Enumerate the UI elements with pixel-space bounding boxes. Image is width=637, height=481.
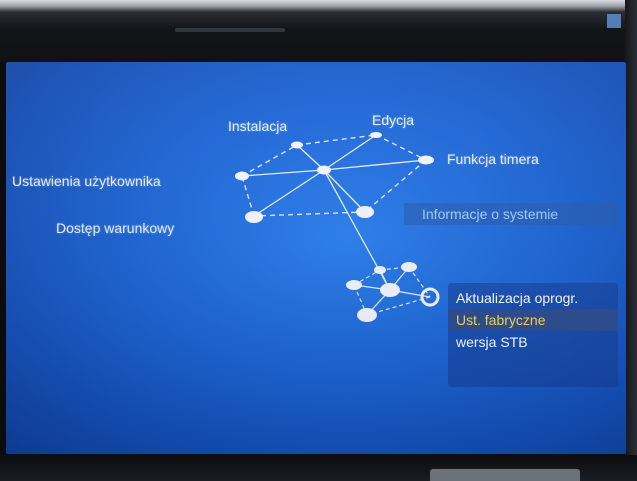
- menu-item-ustawienia-uzytkownika[interactable]: Ustawienia użytkownika: [12, 173, 161, 189]
- menu-item-dostep-warunkowy[interactable]: Dostęp warunkowy: [56, 220, 174, 236]
- tv-bezel-top: [0, 0, 637, 62]
- tv-bezel-bottom: [0, 455, 637, 481]
- node-dostep: [245, 211, 263, 223]
- tv-screen: Instalacja Edycja Funkcja timera Ustawie…: [6, 62, 626, 454]
- node-ustawienia: [235, 171, 249, 181]
- node-instalacja: [291, 141, 303, 149]
- node-funkcja-timera: [418, 155, 434, 165]
- menu-network-graph: [235, 132, 440, 322]
- submenu-panel: Aktualizacja oprogr. Ust. fabryczne wers…: [448, 283, 618, 387]
- bezel-slot: [175, 28, 285, 32]
- sub-nodes: [346, 262, 417, 322]
- menu-item-funkcja-timera[interactable]: Funkcja timera: [447, 151, 539, 167]
- tv-bezel-right: [625, 0, 637, 481]
- submenu-item-wersja-stb[interactable]: wersja STB: [448, 331, 618, 353]
- submenu-item-aktualizacja[interactable]: Aktualizacja oprogr.: [448, 287, 618, 309]
- menu-item-informacje-o-systemie[interactable]: Informacje o systemie: [404, 203, 618, 225]
- menu-item-informacje-label: Informacje o systemie: [422, 206, 559, 222]
- menu-item-edycja[interactable]: Edycja: [372, 112, 414, 128]
- node-edycja: [370, 132, 382, 138]
- menu-network-outline: [241, 134, 427, 217]
- submenu-item-ust-fabryczne[interactable]: Ust. fabryczne: [448, 309, 618, 331]
- corner-badge: [607, 14, 621, 28]
- node-informacje: [356, 206, 374, 218]
- center-node: [317, 165, 331, 175]
- tv-stand: [430, 469, 580, 481]
- menu-item-instalacja[interactable]: Instalacja: [228, 118, 287, 134]
